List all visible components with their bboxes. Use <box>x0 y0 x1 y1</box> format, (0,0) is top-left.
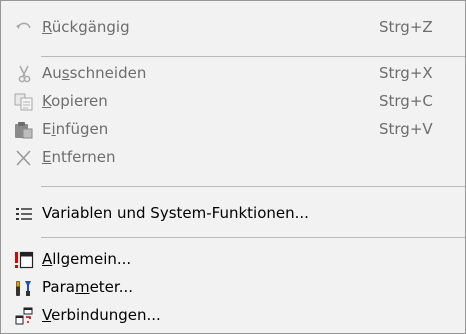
menu-item-general[interactable]: Allgemein... <box>1 245 465 273</box>
variables-list-icon <box>14 204 34 222</box>
menu-item-label: Variablen und System-Funktionen... <box>42 204 309 222</box>
menu-item-delete[interactable]: Entfernen <box>1 143 465 171</box>
menu-item-label: Rückgängig <box>42 18 130 36</box>
menu-item-label: Allgemein... <box>42 250 132 268</box>
menu-item-cut[interactable]: Ausschneiden Strg+X <box>1 59 465 87</box>
menu-item-label: Parameter... <box>42 278 133 296</box>
menu-item-connections[interactable]: Verbindungen... <box>1 301 465 329</box>
menu-item-variables[interactable]: Variablen und System-Funktionen... <box>1 199 465 227</box>
menu-item-label: Entfernen <box>42 148 116 166</box>
shortcut-label: Strg+X <box>379 64 433 82</box>
delete-x-icon <box>14 148 34 166</box>
shortcut-label: Strg+Z <box>379 18 433 36</box>
menu-item-copy[interactable]: Kopieren Strg+C <box>1 87 465 115</box>
tools-icon <box>14 278 34 296</box>
context-menu: Rückgängig Strg+Z Ausschneiden Strg+X Ko… <box>0 0 466 334</box>
shortcut-label: Strg+C <box>379 92 433 110</box>
copy-icon <box>14 92 34 111</box>
menu-item-parameters[interactable]: Parameter... <box>1 273 465 301</box>
menu-item-label: Ausschneiden <box>42 64 147 82</box>
menu-item-label: Verbindungen... <box>42 306 161 324</box>
menu-item-paste[interactable]: Einfügen Strg+V <box>1 115 465 143</box>
scissors-icon <box>14 64 34 83</box>
menu-item-label: Einfügen <box>42 120 109 138</box>
menu-item-label: Kopieren <box>42 92 108 110</box>
shortcut-label: Strg+V <box>379 120 433 138</box>
menu-item-undo[interactable]: Rückgängig Strg+Z <box>1 13 465 41</box>
window-exclamation-icon <box>14 250 34 269</box>
paste-icon <box>14 120 34 139</box>
undo-icon <box>14 18 34 36</box>
menu-separator <box>41 56 465 57</box>
connections-icon <box>14 306 34 325</box>
menu-separator <box>41 186 465 187</box>
menu-separator <box>41 237 465 238</box>
